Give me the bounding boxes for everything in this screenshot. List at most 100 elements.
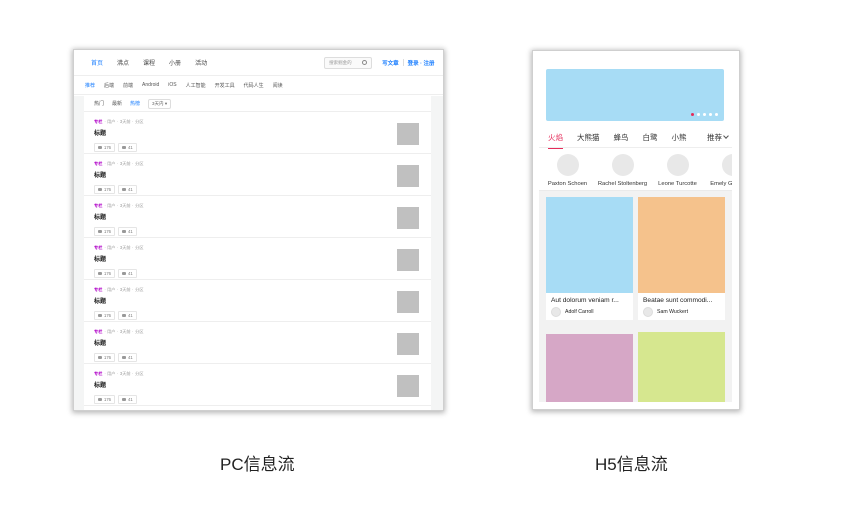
comment-button[interactable]: 41 — [118, 269, 137, 278]
nav-courses[interactable]: 课程 — [143, 58, 155, 67]
article-section[interactable]: 分区 — [135, 203, 143, 209]
sort-new[interactable]: 最新 — [112, 100, 122, 107]
card-image[interactable] — [638, 197, 725, 293]
article-row[interactable]: 专栏 · 用户 · 3天前 · 分区 标题 176 41 — [84, 280, 431, 322]
like-button[interactable]: 176 — [94, 185, 115, 194]
article-column[interactable]: 专栏 — [94, 329, 102, 335]
article-thumbnail[interactable] — [397, 375, 419, 397]
avatar[interactable] — [611, 154, 634, 176]
article-column[interactable]: 专栏 — [94, 287, 102, 293]
write-article-button[interactable]: 写文章 — [382, 59, 399, 67]
category-ai[interactable]: 人工智能 — [186, 82, 206, 89]
card-image[interactable] — [546, 197, 633, 293]
nav-pins[interactable]: 沸点 — [117, 58, 129, 67]
article-author[interactable]: · 用户 · — [104, 245, 118, 251]
feed-card[interactable]: Beatae sunt commodi... Sam Wuckert — [638, 197, 725, 320]
article-thumbnail[interactable] — [397, 333, 419, 355]
article-row[interactable]: 专栏 · 用户 · 3天前 · 分区 标题 176 41 — [84, 154, 431, 196]
feed-card[interactable] — [638, 332, 725, 402]
like-button[interactable]: 176 — [94, 353, 115, 362]
user-item[interactable]: Emely Gulgowski — [705, 154, 732, 187]
avatar[interactable] — [721, 154, 732, 176]
category-codelife[interactable]: 代码人生 — [244, 82, 264, 89]
category-backend[interactable]: 后端 — [104, 82, 114, 89]
card-image[interactable] — [638, 332, 725, 402]
sort-range-select[interactable]: 3天内 ▾ — [148, 98, 172, 109]
article-title[interactable]: 标题 — [94, 128, 431, 137]
article-title[interactable]: 标题 — [94, 338, 431, 347]
tab-more-button[interactable]: 推荐 — [701, 128, 732, 146]
category-android[interactable]: Android — [142, 82, 159, 88]
article-section[interactable]: 分区 — [135, 287, 143, 293]
article-author[interactable]: · 用户 · — [104, 161, 118, 167]
article-author[interactable]: · 用户 · — [104, 329, 118, 335]
article-title[interactable]: 标题 — [94, 254, 431, 263]
user-item[interactable]: Rachel Stoltenberg — [595, 154, 650, 187]
article-author[interactable]: · 用户 · — [104, 287, 118, 293]
h5-banner[interactable] — [546, 69, 724, 121]
like-button[interactable]: 176 — [94, 227, 115, 236]
user-item[interactable]: Paxton Schoen — [540, 154, 595, 187]
like-button[interactable]: 176 — [94, 269, 115, 278]
card-author[interactable]: Adolf Carroll — [546, 304, 633, 320]
nav-books[interactable]: 小册 — [169, 58, 181, 67]
category-frontend[interactable]: 前端 — [123, 82, 133, 89]
article-column[interactable]: 专栏 — [94, 161, 102, 167]
article-column[interactable]: 专栏 — [94, 119, 102, 125]
sort-ranking[interactable]: 热榜 — [130, 100, 140, 107]
article-author[interactable]: · 用户 · — [104, 203, 118, 209]
article-author[interactable]: · 用户 · — [104, 119, 118, 125]
article-section[interactable]: 分区 — [135, 245, 143, 251]
comment-button[interactable]: 41 — [118, 395, 137, 404]
article-thumbnail[interactable] — [397, 165, 419, 187]
article-section[interactable]: 分区 — [135, 119, 143, 125]
like-button[interactable]: 176 — [94, 395, 115, 404]
search-input[interactable]: 搜索掘金的 — [324, 56, 373, 69]
article-author[interactable]: · 用户 · — [104, 371, 118, 377]
search-icon[interactable] — [362, 60, 368, 65]
article-row[interactable]: 专栏 · 用户 · 3天前 · 分区 标题 176 41 — [84, 364, 431, 406]
banner-dot[interactable] — [715, 113, 718, 116]
article-thumbnail[interactable] — [397, 249, 419, 271]
article-title[interactable]: 标题 — [94, 380, 431, 389]
comment-button[interactable]: 41 — [118, 143, 137, 152]
user-item[interactable]: Leone Turcotte — [650, 154, 705, 187]
article-section[interactable]: 分区 — [135, 329, 143, 335]
comment-button[interactable]: 41 — [118, 227, 137, 236]
article-thumbnail[interactable] — [397, 291, 419, 313]
article-thumbnail[interactable] — [397, 207, 419, 229]
comment-button[interactable]: 41 — [118, 185, 137, 194]
article-row[interactable]: 专栏 · 用户 · 3天前 · 分区 标题 176 41 — [84, 238, 431, 280]
comment-button[interactable]: 41 — [118, 353, 137, 362]
nav-events[interactable]: 活动 — [195, 58, 207, 67]
category-reading[interactable]: 阅读 — [273, 82, 283, 89]
sort-hot[interactable]: 热门 — [94, 100, 104, 107]
avatar[interactable] — [666, 154, 689, 176]
article-title[interactable]: 标题 — [94, 296, 431, 305]
card-image[interactable] — [546, 334, 633, 402]
banner-dot[interactable] — [697, 113, 700, 116]
article-column[interactable]: 专栏 — [94, 371, 102, 377]
category-devtools[interactable]: 开发工具 — [215, 82, 235, 89]
avatar[interactable] — [556, 154, 579, 176]
comment-button[interactable]: 41 — [118, 311, 137, 320]
article-title[interactable]: 标题 — [94, 170, 431, 179]
article-section[interactable]: 分区 — [135, 161, 143, 167]
login-button[interactable]: 登录 · 注册 — [408, 59, 435, 67]
like-button[interactable]: 176 — [94, 311, 115, 320]
banner-dot[interactable] — [709, 113, 712, 116]
like-button[interactable]: 176 — [94, 143, 115, 152]
article-row[interactable]: 专栏 · 用户 · 3天前 · 分区 标题 176 41 — [84, 112, 431, 154]
banner-dot[interactable] — [691, 113, 694, 116]
nav-home[interactable]: 首页 — [91, 58, 103, 67]
banner-dot[interactable] — [703, 113, 706, 116]
category-recommend[interactable]: 推荐 — [85, 82, 95, 89]
feed-card[interactable] — [546, 334, 633, 402]
feed-card[interactable]: Aut dolorum veniam r... Adolf Carroll — [546, 197, 633, 320]
article-title[interactable]: 标题 — [94, 212, 431, 221]
article-column[interactable]: 专栏 — [94, 245, 102, 251]
category-ios[interactable]: iOS — [168, 82, 176, 88]
article-thumbnail[interactable] — [397, 123, 419, 145]
article-row[interactable]: 专栏 · 用户 · 3天前 · 分区 标题 176 41 — [84, 322, 431, 364]
article-section[interactable]: 分区 — [135, 371, 143, 377]
